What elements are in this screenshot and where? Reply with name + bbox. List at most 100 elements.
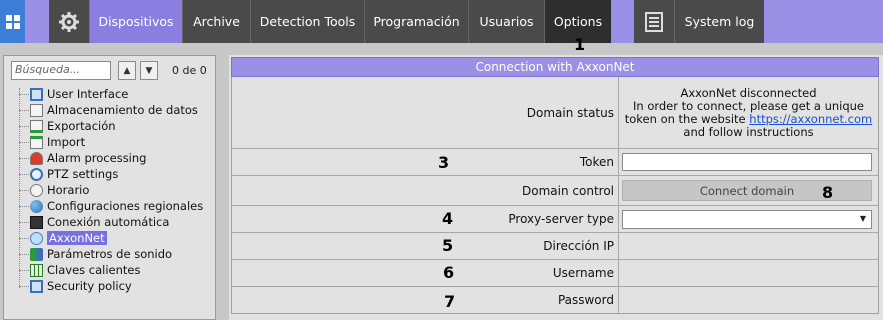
windows-button[interactable]: [0, 0, 25, 43]
username-value[interactable]: [619, 260, 878, 286]
row-domain-control: Domain control Connect domain: [232, 175, 878, 205]
export-icon: [30, 119, 43, 133]
tree-connector: [19, 238, 29, 239]
annotation-3: 3: [438, 153, 450, 172]
token-label: Token: [232, 149, 619, 175]
tree-item-label: Import: [47, 135, 86, 149]
annotation-5: 5: [442, 236, 454, 255]
proxy-type-select[interactable]: ▼: [622, 209, 872, 229]
system-log-icon-button[interactable]: [634, 0, 674, 43]
tree-connector: [19, 286, 29, 287]
axxonnet-settings-panel: Connection with AxxonNet Domain status A…: [229, 55, 883, 320]
ip-address-label: Dirección IP: [232, 233, 619, 259]
tree-connector: [19, 222, 29, 223]
tab-archive[interactable]: Archive: [182, 0, 250, 43]
tree-item-alarm-processing[interactable]: Alarm processing: [30, 150, 146, 166]
monitor-icon: [30, 87, 43, 101]
tab-devices[interactable]: Dispositivos: [89, 0, 182, 43]
status-line: AxxonNet disconnected: [680, 85, 817, 100]
domain-status-message: AxxonNet disconnected In order to connec…: [619, 85, 878, 139]
tree-connector: [19, 94, 29, 95]
ip-address-value[interactable]: [619, 233, 878, 259]
tree-item-import[interactable]: Import: [30, 134, 85, 150]
sound-icon: [30, 247, 43, 261]
domain-status-label: Domain status: [232, 77, 619, 148]
tree-item-auto-connection[interactable]: Conexión automática: [30, 214, 169, 230]
tree-item-export[interactable]: Exportación: [30, 118, 116, 134]
tree-item-label: Security policy: [47, 279, 132, 293]
tree-item-ptz-settings[interactable]: PTZ settings: [30, 166, 118, 182]
tree-item-security-policy[interactable]: Security policy: [30, 278, 132, 294]
tree-item-label: User Interface: [47, 87, 129, 101]
chevron-up-icon: ▲: [123, 65, 131, 76]
status-line: token on the website https://axxonnet.co…: [619, 111, 878, 126]
storage-icon: [30, 103, 43, 117]
password-label: Password: [232, 287, 619, 313]
row-username: Username: [232, 259, 878, 286]
username-label: Username: [232, 260, 619, 286]
search-input[interactable]: Búsqueda...: [11, 61, 111, 80]
tree-connector: [19, 126, 29, 127]
search-prev-button[interactable]: ▲: [118, 61, 136, 80]
tree-item-user-interface[interactable]: User Interface: [30, 86, 128, 102]
tree-connector: [19, 270, 29, 271]
proxy-type-label: Proxy-server type: [232, 206, 619, 232]
domain-control-value-cell: Connect domain: [619, 176, 878, 205]
import-icon: [30, 135, 43, 149]
annotation-1: 1: [574, 35, 586, 54]
cloud-icon: [30, 231, 43, 245]
tab-programming[interactable]: Programación: [364, 0, 468, 43]
row-password: Password: [232, 286, 878, 313]
row-domain-status: Domain status AxxonNet disconnected In o…: [232, 77, 878, 148]
tree-item-schedule[interactable]: Horario: [30, 182, 89, 198]
ptz-icon: [30, 167, 43, 181]
tree-connector: [19, 110, 29, 111]
tab-detection-tools[interactable]: Detection Tools: [250, 0, 364, 43]
tree-connector: [19, 254, 29, 255]
domain-control-label: Domain control: [232, 176, 619, 205]
token-input[interactable]: [622, 153, 872, 171]
keyboard-icon: [30, 263, 43, 277]
token-value-cell: [619, 149, 878, 175]
tab-system-log[interactable]: System log: [674, 0, 764, 43]
globe-icon: [30, 199, 43, 213]
tree-item-hotkeys[interactable]: Claves calientes: [30, 262, 141, 278]
tree-item-label: PTZ settings: [47, 167, 119, 181]
status-line-text: token on the website: [624, 111, 746, 126]
security-icon: [30, 279, 43, 293]
gear-icon: [59, 11, 79, 32]
settings-grid: Domain status AxxonNet disconnected In o…: [231, 77, 879, 314]
tree-item-label: Claves calientes: [47, 263, 141, 277]
tree-connector: [19, 142, 29, 143]
settings-button[interactable]: [49, 0, 89, 43]
tree-connector: [19, 158, 29, 159]
power-icon: [30, 215, 43, 229]
tree-guide: [19, 88, 20, 288]
tree-item-axxonnet[interactable]: AxxonNet: [30, 230, 107, 246]
tree-item-label: Exportación: [47, 119, 116, 133]
tree-item-label: AxxonNet: [47, 231, 107, 245]
tree-item-label: Almacenamiento de datos: [47, 103, 198, 117]
tree-item-storage[interactable]: Almacenamiento de datos: [30, 102, 198, 118]
windows-icon: [5, 14, 20, 29]
panel-header: Connection with AxxonNet: [231, 57, 879, 77]
tree-item-label: Horario: [47, 183, 90, 197]
annotation-4: 4: [442, 209, 454, 228]
tree-connector: [19, 174, 29, 175]
annotation-6: 6: [443, 263, 455, 282]
password-value[interactable]: [619, 287, 878, 313]
connect-domain-button[interactable]: Connect domain: [622, 180, 872, 201]
tree-item-regional-settings[interactable]: Configuraciones regionales: [30, 198, 203, 214]
tree-item-sound-parameters[interactable]: Parámetros de sonido: [30, 246, 172, 262]
row-ip-address: Dirección IP: [232, 232, 878, 259]
chevron-down-icon: ▼: [859, 213, 866, 223]
top-toolbar: Dispositivos Archive Detection Tools Pro…: [0, 0, 883, 43]
axxonnet-link[interactable]: https://axxonnet.com: [749, 112, 872, 126]
tab-users[interactable]: Usuarios: [468, 0, 544, 43]
tree-item-label: Alarm processing: [47, 151, 147, 165]
search-next-button[interactable]: ▼: [140, 61, 158, 80]
tree-connector: [19, 206, 29, 207]
tree-item-label: Configuraciones regionales: [47, 199, 204, 213]
log-icon: [645, 11, 663, 32]
alarm-icon: [30, 151, 43, 165]
